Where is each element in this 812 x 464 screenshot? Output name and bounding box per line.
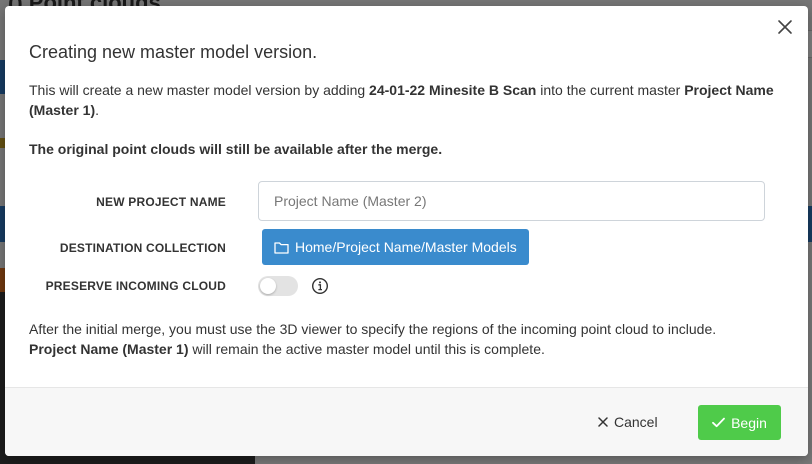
source-cloud-name: 24-01-22 Minesite B Scan (369, 82, 537, 98)
intro-suffix: . (95, 102, 100, 118)
modal-title: Creating new master model version. (29, 42, 318, 62)
close-icon (778, 20, 792, 34)
preserve-info-button[interactable] (311, 277, 329, 295)
intro-prefix: This will create a new master model vers… (29, 82, 370, 98)
destination-collection-label: DESTINATION COLLECTION (59, 241, 226, 255)
preserve-incoming-cloud-toggle[interactable] (258, 276, 298, 296)
modal-footer (5, 387, 808, 456)
active-master-name: Project Name (Master 1) (29, 341, 189, 357)
merge-modal: Creating new master model version. This … (5, 6, 808, 456)
x-icon (598, 417, 608, 427)
begin-label: Begin (731, 414, 767, 431)
check-icon (712, 417, 725, 428)
begin-button[interactable]: Begin (698, 405, 781, 440)
after-merge-note: After the initial merge, you must use th… (29, 319, 789, 359)
close-button[interactable] (774, 16, 796, 38)
info-icon (311, 277, 329, 295)
destination-collection-button[interactable]: Home/Project Name/Master Models (262, 229, 529, 265)
cancel-label: Cancel (614, 414, 658, 430)
merge-note: The original point clouds will still be … (29, 141, 443, 157)
folder-icon (274, 241, 289, 254)
after-merge-line2: will remain the active master model unti… (188, 341, 545, 357)
new-project-name-label: NEW PROJECT NAME (96, 195, 226, 209)
toggle-knob (260, 278, 276, 294)
intro-text: This will create a new master model vers… (29, 80, 774, 120)
preserve-incoming-cloud-label: PRESERVE INCOMING CLOUD (45, 279, 226, 293)
new-project-name-input[interactable] (258, 181, 765, 221)
intro-middle: into the current master (536, 82, 685, 98)
after-merge-line1: After the initial merge, you must use th… (29, 321, 717, 337)
cancel-button[interactable]: Cancel (598, 410, 658, 434)
destination-collection-value: Home/Project Name/Master Models (295, 239, 517, 255)
